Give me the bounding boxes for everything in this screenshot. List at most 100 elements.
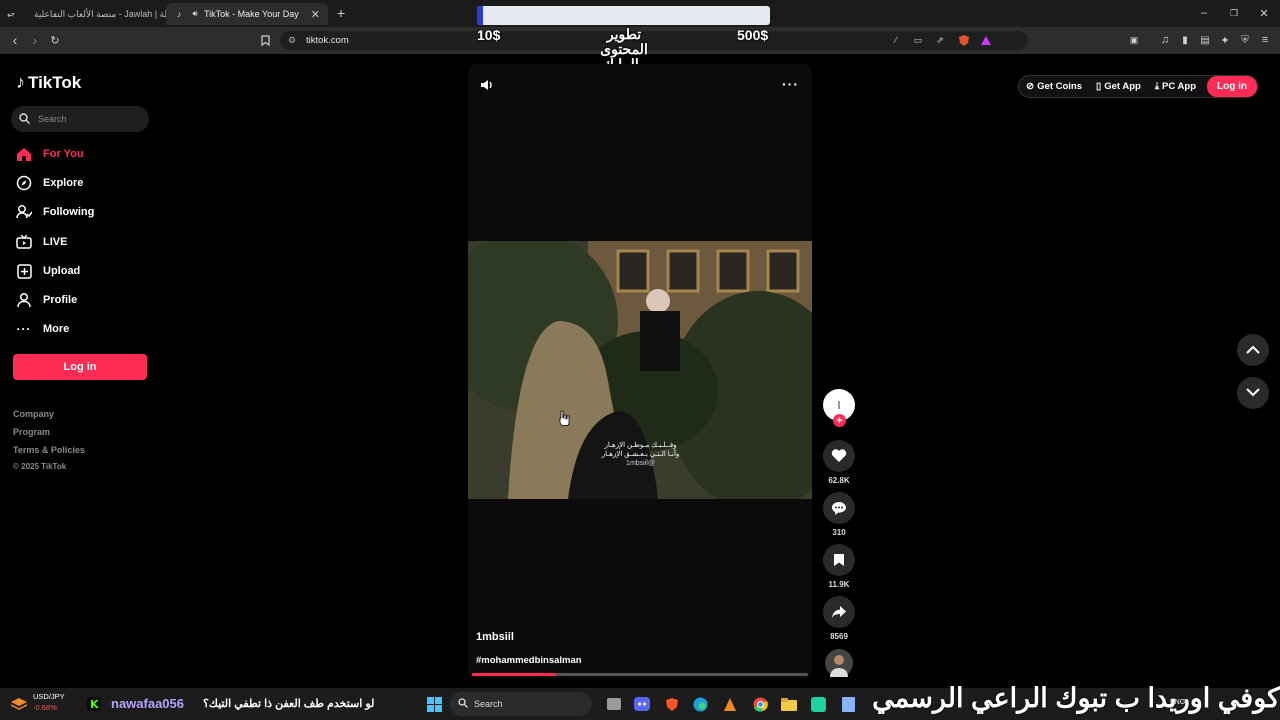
nav-more[interactable]: ··· More <box>15 320 70 338</box>
music-disc-action[interactable] <box>822 649 856 677</box>
video-author[interactable]: 1mbsiil <box>476 631 514 643</box>
upload-icon <box>15 262 33 280</box>
vlc-icon[interactable] <box>720 692 740 716</box>
file-explorer-icon[interactable] <box>779 692 799 716</box>
speaker-icon: 🔊︎ <box>192 9 198 18</box>
goal-progress-bar <box>477 6 770 25</box>
save-action[interactable]: 11.9K <box>822 544 856 589</box>
download-icon: ⤓ <box>1154 81 1160 92</box>
chat-username: nawafaa056 <box>111 696 184 711</box>
wallet-icon[interactable]: ▤ <box>1197 32 1213 48</box>
phone-icon: ▯ <box>1096 81 1102 92</box>
url-text: tiktok.com <box>306 35 349 46</box>
previous-video-button[interactable] <box>1237 334 1269 366</box>
task-view-icon[interactable] <box>604 692 624 716</box>
close-tab-icon[interactable]: ✕ <box>301 8 320 21</box>
maximize-icon[interactable]: ❐ <box>1226 5 1242 21</box>
video-progress-bar[interactable] <box>472 673 808 676</box>
cast-icon[interactable]: ▭ <box>910 32 926 48</box>
tiktok-logo[interactable]: ♪ TikTok <box>16 72 81 93</box>
author-avatar-action[interactable]: + <box>822 389 856 427</box>
nav-profile[interactable]: Profile <box>15 291 77 309</box>
bookmark-icon[interactable] <box>257 32 273 48</box>
share-page-icon[interactable]: ⇗ <box>932 32 948 48</box>
nav-live[interactable]: LIVE <box>15 233 67 251</box>
discord-icon[interactable] <box>632 692 652 716</box>
search-input[interactable]: Search <box>11 106 149 132</box>
chat-message: لو استخدم طف العفن ذا تطفي التيك؟ <box>203 698 375 710</box>
more-options-icon[interactable]: ··· <box>782 76 799 92</box>
footer-company[interactable]: Company <box>13 409 54 419</box>
get-coins-label: Get Coins <box>1037 81 1083 92</box>
svg-text:جو: جو <box>7 10 15 17</box>
brave-rewards-icon[interactable] <box>978 32 994 48</box>
next-video-button[interactable] <box>1237 377 1269 409</box>
taskbar-search[interactable]: Search <box>450 692 592 716</box>
windows-taskbar: USD/JPY -0.68% K nawafaa056 لو استخدم طف… <box>0 683 1280 720</box>
nav-label: Upload <box>43 265 81 277</box>
weather-widget-icon[interactable] <box>8 692 30 716</box>
follow-plus-icon[interactable]: + <box>833 414 846 427</box>
nav-following[interactable]: Following <box>15 203 94 221</box>
tiktok-favicon-icon: ♪ <box>177 9 181 19</box>
new-tab-icon[interactable]: + <box>333 5 349 21</box>
ticker-change: -0.68% <box>33 703 57 712</box>
language-indicator[interactable]: ENG <box>1170 699 1185 706</box>
video-progress-fill <box>472 673 556 676</box>
like-action[interactable]: 62.8K <box>822 440 856 485</box>
bookmark-save-icon[interactable] <box>823 544 855 576</box>
edge-icon[interactable] <box>690 692 710 716</box>
tab-label: جولة | Jawlah - منصة الألعاب التفاعلية <box>34 8 166 19</box>
back-icon[interactable]: ‹ <box>7 32 23 48</box>
nav-explore[interactable]: Explore <box>15 174 83 192</box>
leo-ai-icon[interactable]: ✦ <box>1217 32 1233 48</box>
save-count: 11.9K <box>828 580 850 589</box>
get-app-button[interactable]: ▯ Get App <box>1089 81 1148 92</box>
logo-text: TikTok <box>28 72 82 92</box>
top-login-button[interactable]: Log in <box>1207 76 1257 97</box>
screenshot-icon[interactable]: ▣ <box>1126 32 1142 48</box>
nav-for-you[interactable]: For You <box>15 145 84 163</box>
footer-terms[interactable]: Terms & Policies <box>13 445 85 455</box>
volume-icon[interactable] <box>480 78 496 97</box>
close-window-icon[interactable]: ✕ <box>1256 5 1272 21</box>
comment-count: 310 <box>832 528 846 537</box>
nav-label: For You <box>43 148 84 160</box>
footer-program[interactable]: Program <box>13 427 50 437</box>
reload-icon[interactable]: ↻ <box>47 32 63 48</box>
tab-tiktok[interactable]: ♪ 🔊︎ TikTok - Make Your Day ✕ <box>166 3 328 25</box>
get-coins-button[interactable]: ⊘ Get Coins <box>1019 81 1089 92</box>
goal-progress-fill <box>477 6 483 25</box>
tab-jawlah[interactable]: جولة | Jawlah - منصة الألعاب التفاعلية <box>26 3 166 25</box>
video-player[interactable]: ··· وفــلـبـك مـوطـن الإزهـار وأنـا الـت… <box>468 64 812 678</box>
nav-upload[interactable]: Upload <box>15 262 80 280</box>
heart-icon[interactable] <box>823 440 855 472</box>
taskbar-search-label: Search <box>474 699 503 709</box>
vpn-icon[interactable]: ⛨ <box>1237 32 1253 48</box>
translate-icon[interactable]: ⁄ <box>888 32 904 48</box>
kick-logo-icon: K <box>86 692 102 716</box>
comment-action[interactable]: 310 <box>822 492 856 537</box>
media-icon[interactable]: ♫ <box>1157 32 1173 48</box>
pc-app-button[interactable]: ⤓ PC App <box>1148 81 1203 92</box>
hand-cursor-icon <box>558 410 570 431</box>
site-info-icon[interactable]: ⚙ <box>288 35 296 46</box>
sidebar-login-button[interactable]: Log in <box>13 354 147 380</box>
app-icon[interactable] <box>808 692 828 716</box>
svg-text:K: K <box>90 698 99 711</box>
share-icon[interactable] <box>823 596 855 628</box>
minimize-icon[interactable]: – <box>1196 5 1212 21</box>
chrome-icon[interactable] <box>750 692 770 716</box>
brave-browser-icon[interactable] <box>662 692 682 716</box>
menu-icon[interactable]: ≡ <box>1257 32 1273 48</box>
windows-start-icon[interactable] <box>424 692 444 716</box>
music-disc-icon[interactable] <box>825 649 853 677</box>
brave-shield-icon[interactable] <box>956 32 972 48</box>
caption-line-1: وفــلـبـك مـوطـن الإزهـار <box>604 442 677 449</box>
video-hashtag[interactable]: #mohammedbinsalman <box>476 655 582 666</box>
get-app-label: Get App <box>1104 81 1141 92</box>
share-action[interactable]: 8569 <box>822 596 856 641</box>
sidebar-toggle-icon[interactable]: ▮ <box>1177 32 1193 48</box>
comment-icon[interactable] <box>823 492 855 524</box>
forward-icon[interactable]: › <box>27 32 43 48</box>
